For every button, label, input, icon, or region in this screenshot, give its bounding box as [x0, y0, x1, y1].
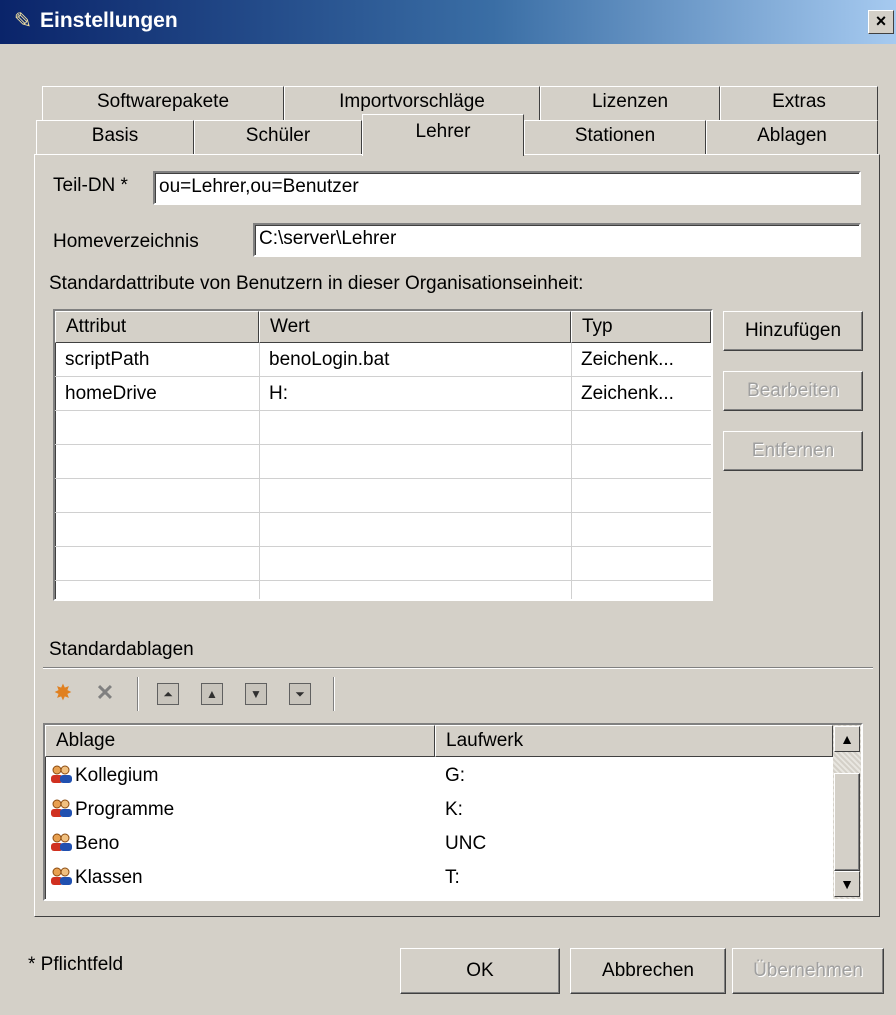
- scrollbar-thumb[interactable]: [834, 773, 860, 871]
- group-icon: [49, 864, 73, 885]
- home-directory-field[interactable]: C:\server\Lehrer: [253, 223, 861, 257]
- attributes-table[interactable]: Attribut Wert Typ scriptPath benoLogin.b…: [53, 309, 713, 601]
- tab-softwarepakete[interactable]: Softwarepakete: [42, 86, 284, 122]
- remove-attribute-button[interactable]: Entfernen: [723, 431, 863, 471]
- window-title: Einstellungen: [40, 9, 178, 32]
- teil-dn-label: Teil-DN *: [53, 175, 128, 196]
- cell-wert: benoLogin.bat: [269, 349, 390, 370]
- tab-lehrer[interactable]: Lehrer: [362, 114, 524, 156]
- ablagen-caption: Standardablagen: [49, 639, 194, 660]
- delete-icon[interactable]: ✕: [91, 679, 119, 707]
- ablagen-list[interactable]: Ablage Laufwerk Kollegium G: Programme K…: [43, 723, 863, 901]
- scroll-down-arrow-icon[interactable]: ▼: [834, 871, 860, 897]
- list-item[interactable]: Beno: [45, 827, 435, 861]
- tab-schueler[interactable]: Schüler: [194, 120, 362, 156]
- column-header-ablage[interactable]: Ablage: [45, 725, 435, 757]
- column-header-laufwerk[interactable]: Laufwerk: [435, 725, 833, 757]
- column-header-wert[interactable]: Wert: [259, 311, 571, 343]
- teil-dn-field[interactable]: ou=Lehrer,ou=Benutzer: [153, 171, 861, 205]
- laufwerk-value: G:: [445, 765, 466, 786]
- new-icon[interactable]: ✸: [49, 679, 77, 707]
- tab-extras[interactable]: Extras: [720, 86, 878, 122]
- cancel-button[interactable]: Abbrechen: [570, 948, 726, 994]
- cell-typ: Zeichenk...: [581, 383, 674, 404]
- app-icon: ✎: [13, 8, 33, 33]
- move-down-icon[interactable]: ▼: [245, 683, 267, 705]
- move-to-bottom-icon[interactable]: ⏷: [289, 683, 311, 705]
- laufwerk-value: T:: [445, 867, 460, 888]
- separator: [43, 667, 873, 669]
- ablage-name: Programme: [75, 799, 175, 820]
- list-item[interactable]: Programme: [45, 793, 435, 827]
- ok-button[interactable]: OK: [400, 948, 560, 994]
- ablage-name: Beno: [75, 833, 120, 854]
- table-row-empty: [55, 513, 711, 547]
- table-row-empty: [55, 479, 711, 513]
- laufwerk-value: UNC: [445, 833, 487, 854]
- attributes-caption: Standardattribute von Benutzern in diese…: [49, 273, 584, 294]
- laufwerk-value: K:: [445, 799, 463, 820]
- column-header-attribut[interactable]: Attribut: [55, 311, 259, 343]
- list-item[interactable]: Kollegium: [45, 759, 435, 793]
- table-row-empty: [55, 411, 711, 445]
- close-button[interactable]: ×: [868, 10, 894, 34]
- required-note: * Pflichtfeld: [28, 954, 124, 975]
- tab-basis[interactable]: Basis: [36, 120, 194, 156]
- cell-wert: H:: [269, 383, 288, 404]
- toolbar-separator: [137, 677, 139, 711]
- cell-attribut: scriptPath: [65, 349, 150, 370]
- group-icon: [49, 796, 73, 817]
- apply-button[interactable]: Übernehmen: [732, 948, 884, 994]
- group-icon: [49, 762, 73, 783]
- group-icon: [49, 830, 73, 851]
- toolbar-separator: [333, 677, 335, 711]
- tab-lizenzen[interactable]: Lizenzen: [540, 86, 720, 122]
- ablage-name: Kollegium: [75, 765, 159, 786]
- scroll-up-arrow-icon[interactable]: ▲: [834, 726, 860, 752]
- edit-attribute-button[interactable]: Bearbeiten: [723, 371, 863, 411]
- cell-typ: Zeichenk...: [581, 349, 674, 370]
- cell-attribut: homeDrive: [65, 383, 157, 404]
- table-row-empty: [55, 547, 711, 581]
- column-header-typ[interactable]: Typ: [571, 311, 711, 343]
- move-to-top-icon[interactable]: ⏶: [157, 683, 179, 705]
- ablage-name: Klassen: [75, 867, 143, 888]
- tab-stationen[interactable]: Stationen: [524, 120, 706, 156]
- tab-ablagen[interactable]: Ablagen: [706, 120, 878, 156]
- tab-panel: Teil-DN * ou=Lehrer,ou=Benutzer Homeverz…: [34, 154, 880, 917]
- table-row-empty: [55, 445, 711, 479]
- list-item[interactable]: Klassen: [45, 861, 435, 895]
- add-attribute-button[interactable]: Hinzufügen: [723, 311, 863, 351]
- move-up-icon[interactable]: ▲: [201, 683, 223, 705]
- home-label: Homeverzeichnis: [53, 231, 199, 252]
